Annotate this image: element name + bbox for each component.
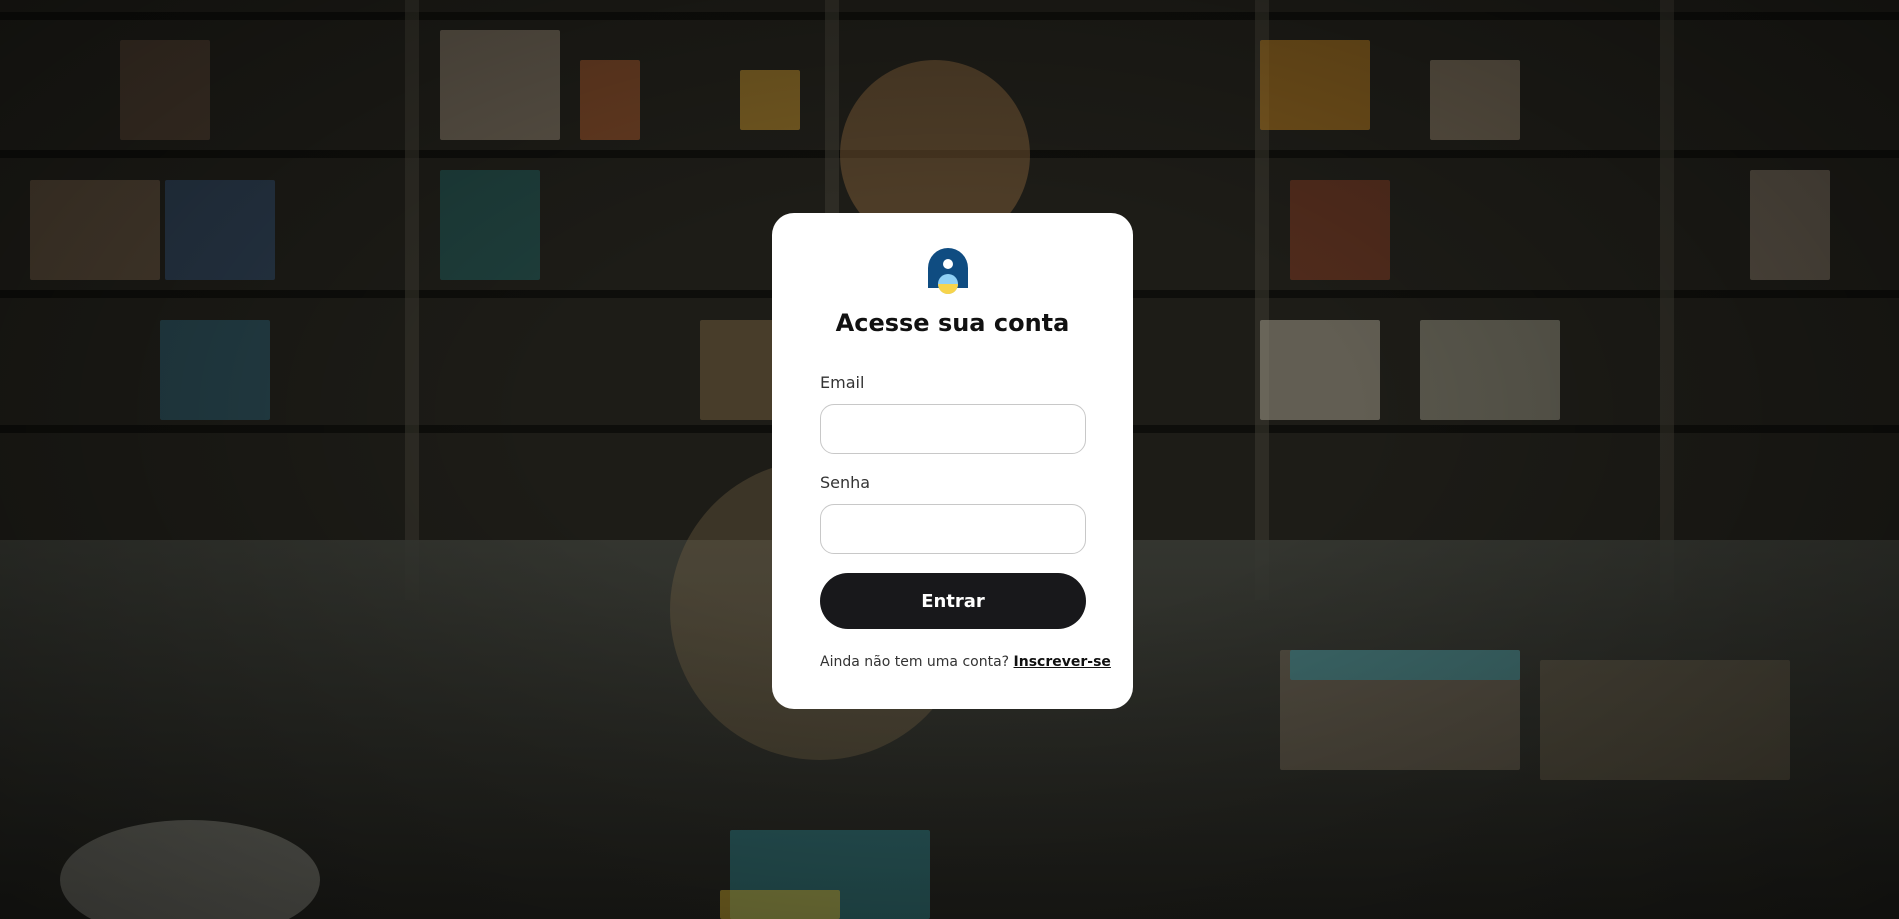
person-logo-icon: [928, 248, 968, 294]
signup-prompt: Ainda não tem uma conta? Inscrever-se: [820, 654, 1111, 670]
email-label: Email: [820, 373, 865, 392]
login-card: Acesse sua conta Email Senha Entrar Aind…: [772, 213, 1133, 709]
password-label: Senha: [820, 473, 871, 492]
password-field[interactable]: [820, 504, 1086, 554]
email-field[interactable]: [820, 404, 1086, 454]
page-title: Acesse sua conta: [835, 309, 1070, 337]
submit-button[interactable]: Entrar: [820, 573, 1086, 629]
signup-link[interactable]: Inscrever-se: [1014, 654, 1111, 670]
signup-prompt-text: Ainda não tem uma conta?: [820, 654, 1010, 670]
